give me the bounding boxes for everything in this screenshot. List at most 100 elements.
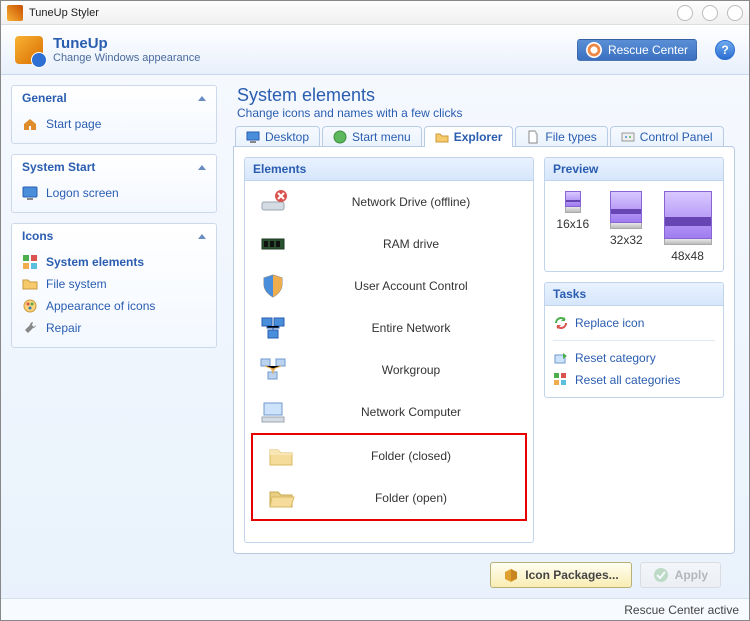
help-button[interactable]: ? (715, 40, 735, 60)
tab-control-panel[interactable]: Control Panel (610, 126, 724, 147)
sidebar-item-label: Logon screen (46, 186, 119, 200)
page-title: System elements (233, 83, 735, 106)
element-uac[interactable]: User Account Control (245, 265, 533, 307)
element-label: Folder (open) (311, 491, 511, 505)
element-network-drive-offline[interactable]: Network Drive (offline) (245, 181, 533, 223)
sidebar-item-repair[interactable]: Repair (12, 317, 216, 339)
reset-icon (553, 350, 569, 366)
task-label: Replace icon (575, 316, 644, 330)
entire-network-icon (259, 314, 287, 342)
button-label: Apply (675, 568, 708, 582)
sidebar-item-system-elements[interactable]: System elements (12, 251, 216, 273)
workgroup-icon (259, 356, 287, 384)
sidebar-item-appearance[interactable]: Appearance of icons (12, 295, 216, 317)
task-replace-icon[interactable]: Replace icon (553, 312, 715, 334)
statusbar: Rescue Center active (1, 598, 749, 620)
panel-system-start: System Start Logon screen (11, 154, 217, 213)
tabs: Desktop Start menu Explorer File types C… (233, 126, 735, 147)
task-label: Reset all categories (575, 373, 680, 387)
appearance-icon (22, 298, 38, 314)
preview-size-label: 32x32 (610, 233, 643, 247)
header: TuneUp Change Windows appearance Rescue … (1, 25, 749, 75)
tab-label: Desktop (265, 130, 309, 144)
sidebar-item-start-page[interactable]: Start page (12, 113, 216, 135)
chevron-up-icon (198, 96, 206, 101)
minimize-button[interactable] (677, 5, 693, 21)
task-label: Reset category (575, 351, 656, 365)
repair-icon (22, 320, 38, 336)
preview-size-label: 48x48 (671, 249, 704, 263)
element-label: RAM drive (303, 237, 519, 251)
tab-explorer[interactable]: Explorer (424, 126, 514, 147)
network-computer-icon (259, 398, 287, 426)
app-icon (7, 5, 23, 21)
logo-icon (15, 36, 43, 64)
element-label: Network Drive (offline) (303, 195, 519, 209)
check-icon (653, 567, 669, 583)
close-button[interactable] (727, 5, 743, 21)
window-title: TuneUp Styler (29, 7, 668, 19)
filetypes-icon (526, 130, 540, 144)
tab-start-menu[interactable]: Start menu (322, 126, 422, 147)
elements-title: Elements (245, 158, 533, 181)
lifebuoy-icon (586, 42, 602, 58)
disk-icon (610, 191, 642, 223)
monitor-icon (22, 185, 38, 201)
netdrive-offline-icon (259, 188, 287, 216)
tab-label: Control Panel (640, 130, 713, 144)
right-column: Preview 16x16 32x32 (544, 157, 724, 543)
titlebar: TuneUp Styler (1, 1, 749, 25)
tab-file-types[interactable]: File types (515, 126, 607, 147)
start-icon (333, 130, 347, 144)
maximize-button[interactable] (702, 5, 718, 21)
element-label: User Account Control (303, 279, 519, 293)
element-folder-closed[interactable]: Folder (closed) (253, 435, 525, 477)
tab-label: Explorer (454, 130, 503, 144)
sidebar: General Start page System Start (1, 75, 227, 598)
task-separator (553, 340, 715, 341)
controlpanel-icon (621, 130, 635, 144)
panel-head-icons[interactable]: Icons (12, 224, 216, 249)
sidebar-item-file-system[interactable]: File system (12, 273, 216, 295)
tasks-title: Tasks (545, 283, 723, 306)
tab-label: Start menu (352, 130, 411, 144)
panel-head-system-start[interactable]: System Start (12, 155, 216, 180)
elements-scroll[interactable]: Network Drive (offline) RAM drive User A… (245, 181, 533, 542)
element-ram-drive[interactable]: RAM drive (245, 223, 533, 265)
element-label: Workgroup (303, 363, 519, 377)
element-network-computer[interactable]: Network Computer (245, 391, 533, 433)
panel-icons: Icons System elements File syste (11, 223, 217, 348)
element-folder-open[interactable]: Folder (open) (253, 477, 525, 519)
folder-open-icon (267, 484, 295, 512)
element-workgroup[interactable]: Workgroup (245, 349, 533, 391)
preview-size-label: 16x16 (556, 217, 589, 231)
explorer-icon (435, 130, 449, 144)
element-entire-network[interactable]: Entire Network (245, 307, 533, 349)
panel-title-system-start: System Start (22, 160, 95, 174)
tasks-section: Tasks Replace icon Reset category (544, 282, 724, 398)
panel-general: General Start page (11, 85, 217, 144)
sidebar-item-label: System elements (46, 255, 144, 269)
element-label: Entire Network (303, 321, 519, 335)
sidebar-item-logon-screen[interactable]: Logon screen (12, 182, 216, 204)
panel-head-general[interactable]: General (12, 86, 216, 111)
sidebar-item-label: Repair (46, 321, 81, 335)
elements-list: Network Drive (offline) RAM drive User A… (245, 181, 533, 433)
sidebar-item-label: File system (46, 277, 107, 291)
folder-closed-icon (267, 442, 295, 470)
preview-title: Preview (545, 158, 723, 181)
task-reset-category[interactable]: Reset category (553, 347, 715, 369)
element-label: Network Computer (303, 405, 519, 419)
task-reset-all[interactable]: Reset all categories (553, 369, 715, 391)
tab-desktop[interactable]: Desktop (235, 126, 320, 147)
apply-button: Apply (640, 562, 721, 588)
preview-16: 16x16 (556, 191, 589, 263)
icon-packages-button[interactable]: Icon Packages... (490, 562, 631, 588)
folder-icon (22, 276, 38, 292)
rescue-center-button[interactable]: Rescue Center (577, 39, 697, 61)
panel-title-general: General (22, 91, 67, 105)
button-label: Icon Packages... (525, 568, 618, 582)
header-text: TuneUp Change Windows appearance (53, 35, 567, 64)
preview-32: 32x32 (610, 191, 643, 263)
desktop-icon (246, 130, 260, 144)
